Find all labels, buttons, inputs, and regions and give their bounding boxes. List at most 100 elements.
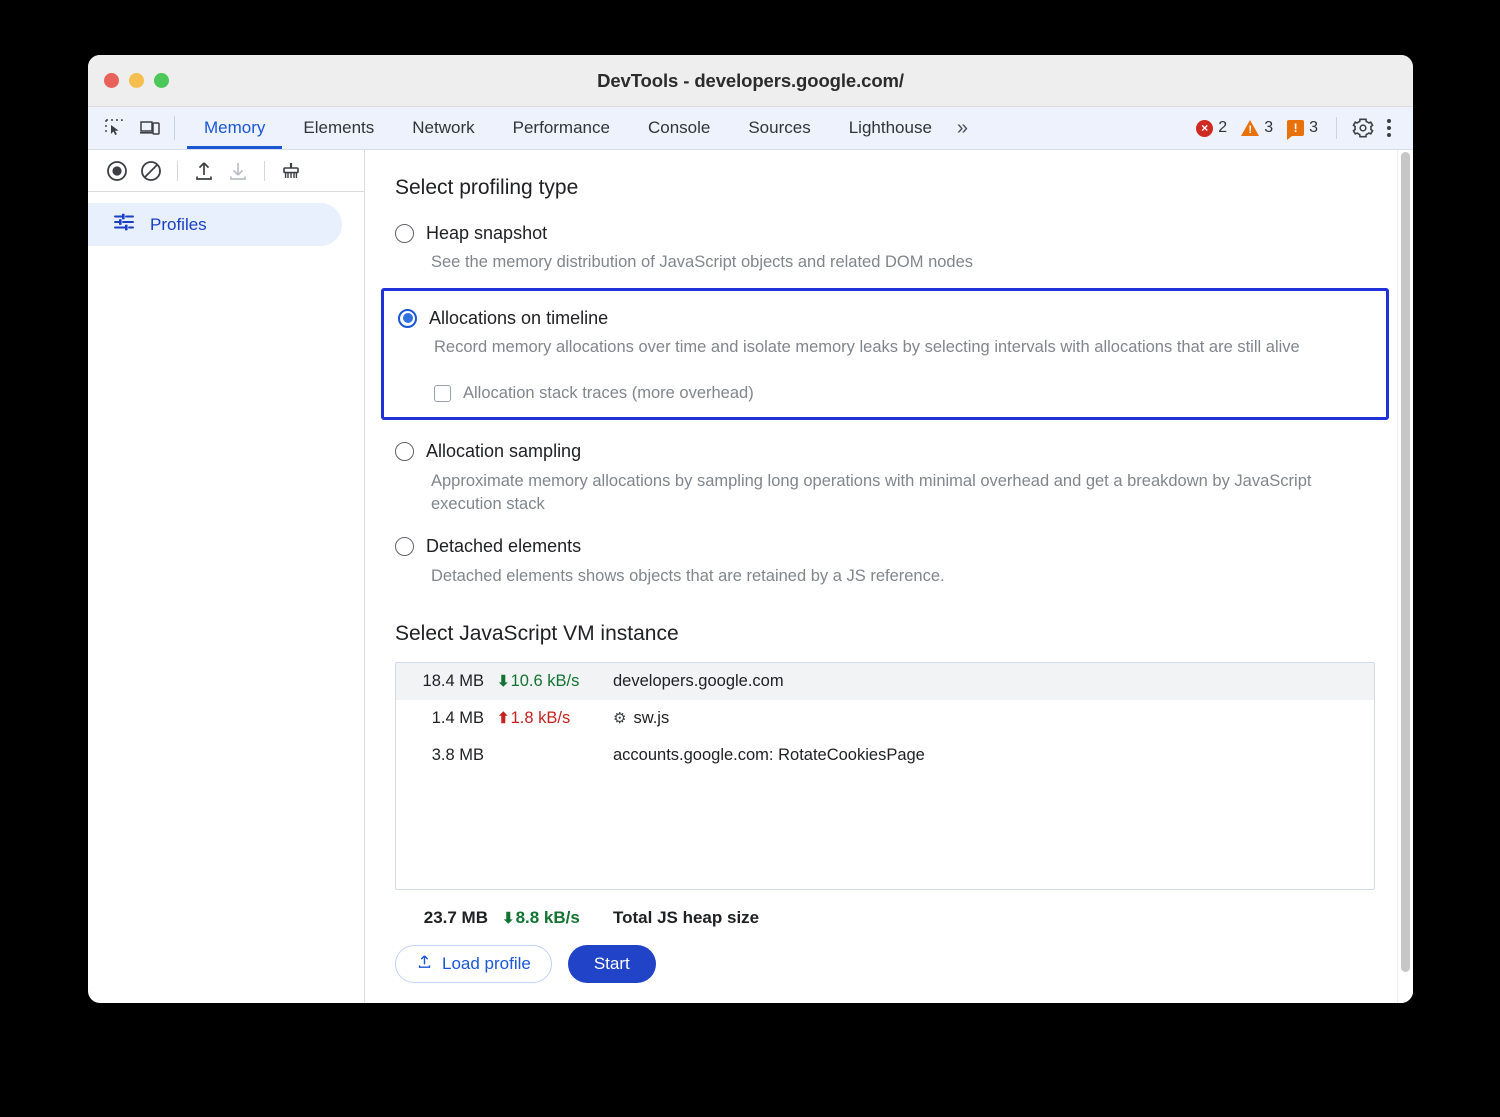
- panel-tabs: Memory Elements Network Performance Cons…: [185, 107, 980, 149]
- right-divider: [1336, 117, 1337, 139]
- allocation-stack-traces-row[interactable]: Allocation stack traces (more overhead): [434, 384, 1372, 403]
- radio-allocation-sampling[interactable]: [395, 442, 414, 461]
- radio-detached-elements[interactable]: [395, 537, 414, 556]
- tab-elements-label: Elements: [303, 118, 374, 138]
- error-count: 2: [1218, 119, 1227, 137]
- memory-sidebar: Profiles: [88, 150, 365, 1003]
- device-toolbar-icon[interactable]: [138, 116, 162, 140]
- arrow-down-icon: ⬇: [497, 674, 510, 689]
- warning-badge[interactable]: ! 3: [1241, 119, 1273, 137]
- vm-row-name-text: sw.js: [633, 709, 669, 728]
- warning-icon: !: [1241, 120, 1259, 136]
- panel-body: Profiles Select profiling type Heap snap…: [88, 150, 1413, 1003]
- scrollbar-thumb[interactable]: [1401, 152, 1410, 972]
- total-heap-rate: ⬇8.8 kB/s: [488, 908, 607, 928]
- vm-row-rate-value: 1.8 kB/s: [511, 709, 571, 728]
- option-detached-elements-description: Detached elements shows objects that are…: [431, 565, 1371, 588]
- vm-row-size: 18.4 MB: [396, 672, 484, 691]
- total-heap-label: Total JS heap size: [607, 908, 759, 928]
- more-tabs-icon[interactable]: »: [951, 107, 980, 149]
- sidebar-toolbar-divider-2: [264, 161, 265, 181]
- tab-bar-right: × 2 ! 3 ! 3: [1196, 107, 1413, 149]
- option-detached-elements[interactable]: Detached elements Detached elements show…: [395, 531, 1375, 588]
- table-row[interactable]: 1.4 MB ⬆1.8 kB/s ⚙ sw.js: [396, 700, 1374, 737]
- tab-sources-label: Sources: [748, 118, 810, 138]
- option-heap-snapshot-description: See the memory distribution of JavaScrip…: [431, 251, 1371, 274]
- allocation-stack-traces-label: Allocation stack traces (more overhead): [463, 384, 754, 403]
- allocation-stack-traces-checkbox[interactable]: [434, 385, 451, 402]
- window-title: DevTools - developers.google.com/: [88, 70, 1413, 92]
- tab-console[interactable]: Console: [629, 107, 729, 149]
- memory-main-panel: Select profiling type Heap snapshot See …: [365, 150, 1413, 1003]
- service-worker-gear-icon: ⚙: [613, 711, 626, 726]
- issue-badge[interactable]: ! 3: [1287, 119, 1318, 137]
- load-profile-button[interactable]: Load profile: [395, 945, 552, 983]
- tab-network-label: Network: [412, 118, 474, 138]
- option-allocation-sampling[interactable]: Allocation sampling Approximate memory a…: [395, 436, 1375, 517]
- clear-icon[interactable]: [134, 156, 168, 186]
- sidebar-toolbar: [88, 150, 364, 192]
- option-heap-snapshot[interactable]: Heap snapshot See the memory distributio…: [395, 217, 1375, 274]
- sidebar-item-profiles[interactable]: Profiles: [88, 203, 342, 246]
- option-allocations-on-timeline-label: Allocations on timeline: [429, 308, 608, 329]
- toolbar-divider: [174, 116, 175, 140]
- tab-network[interactable]: Network: [393, 107, 493, 149]
- vm-row-name: developers.google.com: [605, 672, 784, 691]
- tab-performance-label: Performance: [513, 118, 610, 138]
- issue-count: 3: [1309, 119, 1318, 137]
- gear-icon[interactable]: [1349, 114, 1377, 142]
- vm-row-name: ⚙ sw.js: [605, 709, 669, 728]
- vm-row-rate: ⬆1.8 kB/s: [484, 709, 605, 728]
- total-heap-row: 23.7 MB ⬇8.8 kB/s Total JS heap size: [395, 908, 1375, 928]
- tab-memory[interactable]: Memory: [185, 107, 284, 149]
- collect-garbage-icon[interactable]: [274, 156, 308, 186]
- action-buttons: Load profile Start: [395, 945, 1375, 1003]
- download-icon: [221, 156, 255, 186]
- option-allocations-on-timeline[interactable]: Allocations on timeline Record memory al…: [381, 288, 1389, 419]
- tab-memory-label: Memory: [204, 118, 265, 138]
- kebab-menu-icon[interactable]: [1377, 119, 1401, 137]
- sliders-icon: [112, 210, 136, 239]
- tab-sources[interactable]: Sources: [729, 107, 829, 149]
- table-row[interactable]: 18.4 MB ⬇10.6 kB/s developers.google.com: [396, 663, 1374, 700]
- load-profile-label: Load profile: [442, 954, 531, 974]
- error-badge[interactable]: × 2: [1196, 119, 1227, 137]
- option-allocation-sampling-label: Allocation sampling: [426, 441, 581, 462]
- tab-bar: Memory Elements Network Performance Cons…: [88, 107, 1413, 150]
- vm-row-rate: ⬇10.6 kB/s: [484, 672, 605, 691]
- vm-instance-table[interactable]: 18.4 MB ⬇10.6 kB/s developers.google.com…: [395, 662, 1375, 890]
- vm-row-name: accounts.google.com: RotateCookiesPage: [605, 746, 925, 765]
- error-icon: ×: [1196, 120, 1213, 137]
- option-detached-elements-label: Detached elements: [426, 536, 581, 557]
- vm-row-rate-value: 10.6 kB/s: [511, 672, 580, 691]
- arrow-up-icon: ⬆: [497, 711, 510, 726]
- arrow-down-icon: ⬇: [502, 911, 515, 926]
- tab-elements[interactable]: Elements: [284, 107, 393, 149]
- vm-row-name-text: developers.google.com: [613, 672, 784, 691]
- main-scrollbar[interactable]: [1397, 150, 1413, 1003]
- vm-row-size: 3.8 MB: [396, 746, 484, 765]
- record-icon[interactable]: [100, 156, 134, 186]
- inspect-element-icon[interactable]: [102, 116, 126, 140]
- radio-allocations-on-timeline[interactable]: [398, 309, 417, 328]
- tab-lighthouse[interactable]: Lighthouse: [830, 107, 951, 149]
- tab-lighthouse-label: Lighthouse: [849, 118, 932, 138]
- option-heap-snapshot-label: Heap snapshot: [426, 223, 547, 244]
- vm-row-size: 1.4 MB: [396, 709, 484, 728]
- sidebar-item-label: Profiles: [150, 215, 207, 235]
- title-bar: DevTools - developers.google.com/: [88, 55, 1413, 107]
- tab-performance[interactable]: Performance: [494, 107, 629, 149]
- warning-count: 3: [1264, 119, 1273, 137]
- devtools-window: DevTools - developers.google.com/ Memory: [88, 55, 1413, 1003]
- start-button[interactable]: Start: [568, 945, 656, 983]
- tab-console-label: Console: [648, 118, 710, 138]
- vm-instance-heading: Select JavaScript VM instance: [395, 622, 1375, 646]
- upload-icon[interactable]: [187, 156, 221, 186]
- table-row[interactable]: 3.8 MB accounts.google.com: RotateCookie…: [396, 737, 1374, 774]
- tab-bar-left-icons: [88, 107, 174, 149]
- upload-icon: [416, 953, 433, 975]
- sidebar-toolbar-divider-1: [177, 161, 178, 181]
- option-allocations-on-timeline-description: Record memory allocations over time and …: [434, 336, 1372, 359]
- total-heap-rate-value: 8.8 kB/s: [516, 908, 580, 928]
- radio-heap-snapshot[interactable]: [395, 224, 414, 243]
